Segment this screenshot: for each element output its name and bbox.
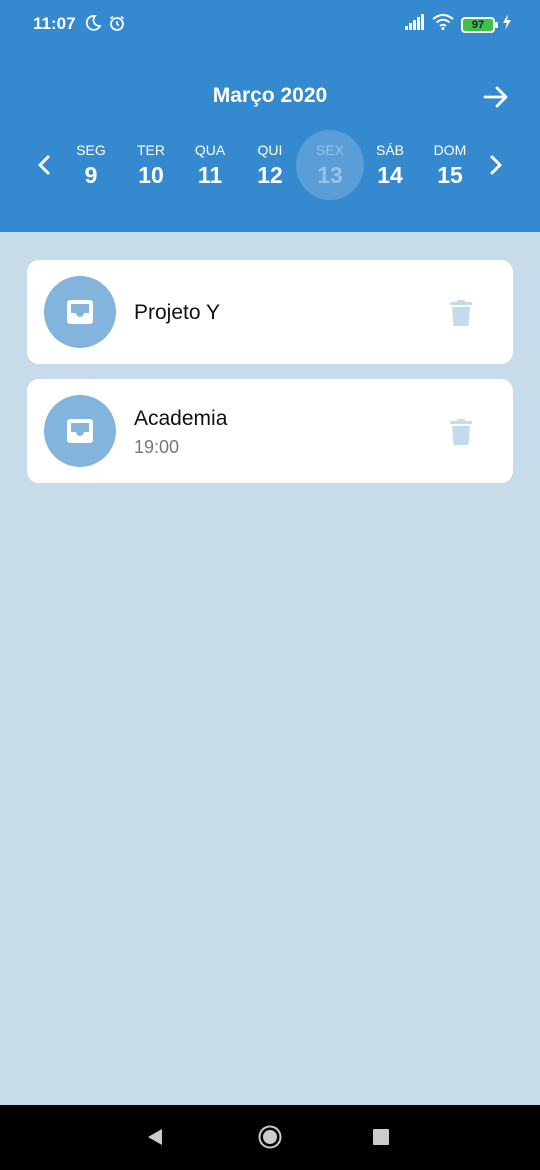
inbox-icon — [44, 395, 116, 467]
home-icon[interactable] — [258, 1125, 282, 1149]
wifi-icon — [432, 14, 454, 35]
task-card[interactable]: Projeto Y — [27, 260, 513, 364]
app-header: 11:07 97 Março 2020 SEG 9 TER 10 QUA 11 … — [0, 0, 540, 232]
system-nav-bar — [0, 1105, 540, 1170]
charging-icon — [502, 14, 512, 35]
signal-icon — [405, 14, 425, 35]
day-number: 14 — [377, 162, 403, 188]
trash-icon[interactable] — [450, 419, 472, 445]
day-name: QUA — [194, 142, 226, 158]
status-time: 11:07 — [33, 14, 76, 33]
day-dom[interactable]: DOM 15 — [416, 130, 484, 200]
arrow-right-icon[interactable] — [482, 84, 510, 110]
day-sex-selected[interactable]: SEX 13 — [296, 130, 364, 200]
recents-icon[interactable] — [373, 1129, 389, 1145]
day-number: 12 — [257, 162, 283, 188]
task-title: Projeto Y — [134, 301, 220, 324]
day-sab[interactable]: SÁB 14 — [356, 130, 424, 200]
back-icon[interactable] — [146, 1127, 164, 1147]
day-number: 15 — [437, 162, 463, 188]
task-time: 19:00 — [134, 437, 180, 457]
day-name: QUI — [257, 142, 283, 158]
battery-level: 97 — [471, 18, 485, 31]
day-ter[interactable]: TER 10 — [117, 130, 185, 200]
task-card[interactable]: Academia 19:00 — [27, 379, 513, 483]
status-bar: 11:07 97 — [0, 0, 540, 50]
day-name: SEG — [76, 142, 106, 158]
day-name: TER — [137, 142, 165, 158]
day-seg[interactable]: SEG 9 — [57, 130, 125, 200]
day-qua[interactable]: QUA 11 — [176, 130, 244, 200]
trash-icon[interactable] — [450, 300, 472, 326]
day-name: DOM — [433, 142, 467, 158]
day-name: SÁB — [375, 142, 404, 158]
day-number: 9 — [84, 162, 98, 188]
inbox-icon — [44, 276, 116, 348]
day-number: 10 — [138, 162, 164, 188]
moon-icon — [84, 14, 102, 37]
alarm-icon — [108, 14, 126, 37]
day-number: 13 — [317, 162, 343, 188]
day-name: SEX — [315, 142, 344, 158]
day-number: 11 — [197, 162, 223, 188]
day-qui[interactable]: QUI 12 — [236, 130, 304, 200]
chevron-right-icon[interactable] — [486, 152, 506, 178]
chevron-left-icon[interactable] — [34, 152, 54, 178]
task-title: Academia — [134, 407, 228, 430]
battery-icon: 97 — [461, 16, 498, 33]
month-title: Março 2020 — [212, 84, 328, 107]
